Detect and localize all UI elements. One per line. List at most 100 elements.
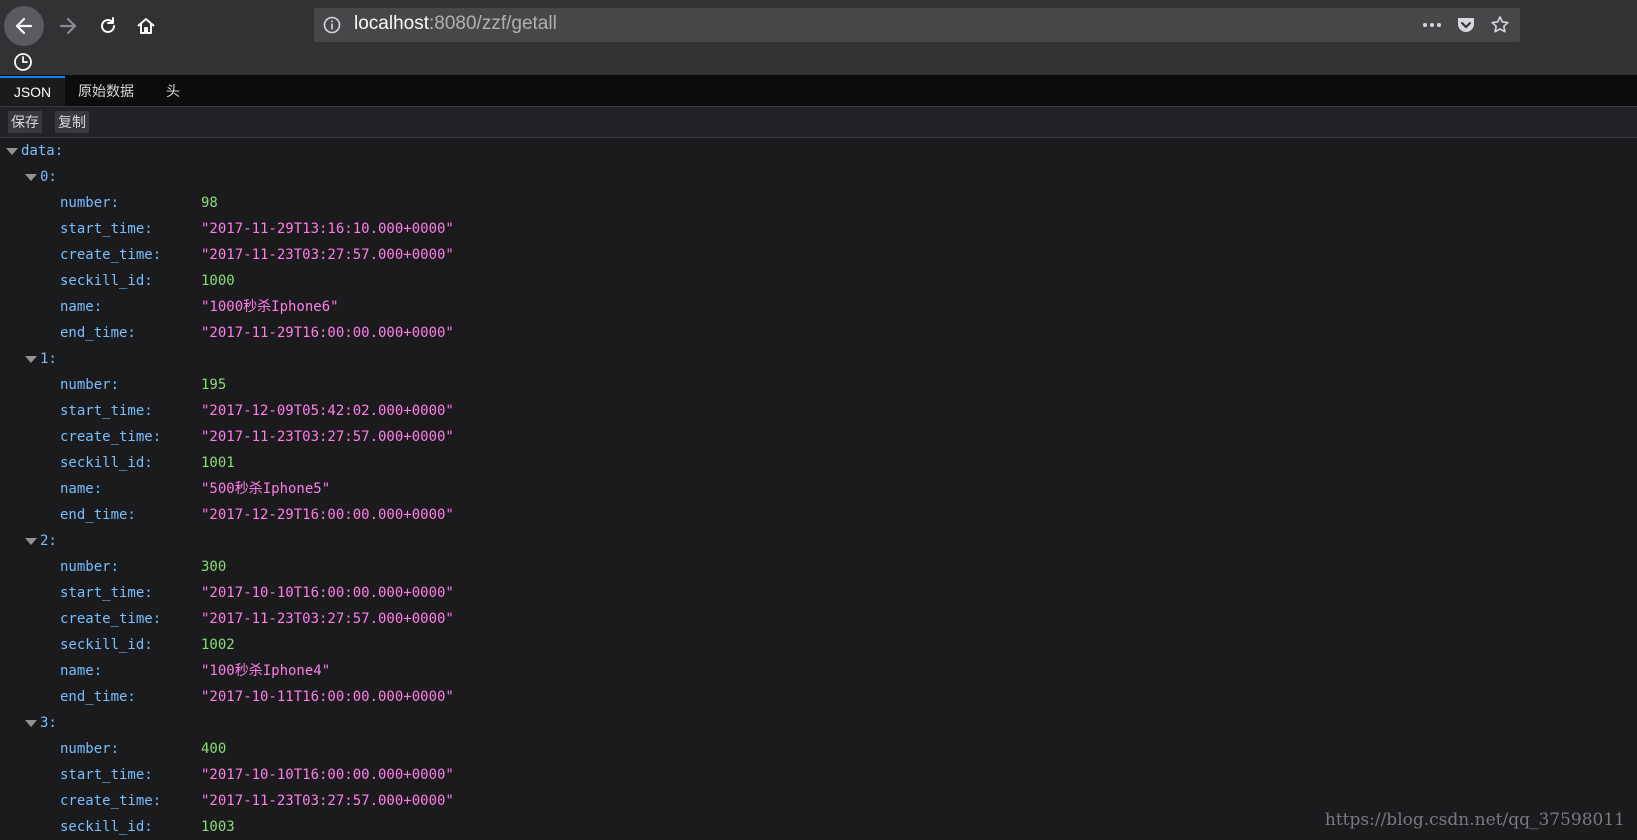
- url-bar[interactable]: localhost:8080/zzf/getall: [314, 8, 1520, 42]
- field-value-number: 98: [201, 195, 218, 211]
- field-key: create_time:: [60, 611, 162, 627]
- tree-row-field[interactable]: end_time: "2017-10-11T16:00:00.000+0000": [0, 684, 1637, 710]
- tree-row-field[interactable]: seckill_id: 1000: [0, 268, 1637, 294]
- pocket-icon[interactable]: [1456, 16, 1476, 34]
- url-path: :8080/zzf/getall: [429, 13, 557, 34]
- tree-row-field[interactable]: number: 195: [0, 372, 1637, 398]
- field-key: start_time:: [60, 403, 153, 419]
- tree-row-field[interactable]: seckill_id: 1001: [0, 450, 1637, 476]
- expand-toggle-icon[interactable]: [25, 720, 37, 727]
- field-value-number: 400: [201, 741, 227, 757]
- field-key: seckill_id:: [60, 819, 153, 835]
- field-value-string: "2017-10-10T16:00:00.000+0000": [201, 767, 454, 783]
- tree-row-field[interactable]: number: 98: [0, 190, 1637, 216]
- home-icon: [137, 18, 155, 34]
- tree-index-key: 0:: [40, 169, 57, 185]
- tree-row-field[interactable]: start_time: "2017-10-10T16:00:00.000+0000…: [0, 580, 1637, 606]
- tree-row-root[interactable]: data:: [0, 138, 1637, 164]
- field-value-string: "2017-11-23T03:27:57.000+0000": [201, 247, 454, 263]
- tree-row-field[interactable]: create_time: "2017-11-23T03:27:57.000+000…: [0, 424, 1637, 450]
- tree-row-item[interactable]: 2:: [0, 528, 1637, 554]
- field-key: end_time:: [60, 325, 136, 341]
- tree-row-field[interactable]: seckill_id: 1002: [0, 632, 1637, 658]
- field-value-string: "2017-11-29T13:16:10.000+0000": [201, 221, 454, 237]
- forward-button[interactable]: [48, 6, 88, 46]
- tree-row-item[interactable]: 3:: [0, 710, 1637, 736]
- field-key: name:: [60, 481, 103, 497]
- field-value-string: "2017-11-23T03:27:57.000+0000": [201, 611, 454, 627]
- reload-icon: [101, 17, 115, 33]
- more-actions-icon[interactable]: [1422, 22, 1442, 28]
- tree-row-field[interactable]: start_time: "2017-10-10T16:00:00.000+0000…: [0, 762, 1637, 788]
- tree-row-field[interactable]: create_time: "2017-11-23T03:27:57.000+000…: [0, 242, 1637, 268]
- tree-row-field[interactable]: end_time: "2017-12-29T16:00:00.000+0000": [0, 502, 1637, 528]
- tree-row-field[interactable]: number: 400: [0, 736, 1637, 762]
- field-key: end_time:: [60, 689, 136, 705]
- back-button[interactable]: [4, 6, 44, 46]
- field-key: number:: [60, 741, 120, 757]
- field-key: name:: [60, 299, 103, 315]
- tab-json[interactable]: JSON: [0, 76, 65, 106]
- expand-toggle-icon[interactable]: [25, 356, 37, 363]
- field-key: create_time:: [60, 247, 162, 263]
- tree-row-field[interactable]: create_time: "2017-11-23T03:27:57.000+000…: [0, 606, 1637, 632]
- tree-row-field[interactable]: start_time: "2017-11-29T13:16:10.000+0000…: [0, 216, 1637, 242]
- field-key: seckill_id:: [60, 455, 153, 471]
- browser-toolbar: localhost:8080/zzf/getall: [0, 0, 1637, 75]
- field-value-number: 1002: [201, 637, 235, 653]
- field-value-string: "2017-12-29T16:00:00.000+0000": [201, 507, 454, 523]
- field-key: create_time:: [60, 429, 162, 445]
- tree-index-key: 2:: [40, 533, 57, 549]
- field-key: start_time:: [60, 585, 153, 601]
- field-key: start_time:: [60, 767, 153, 783]
- tab-raw-data[interactable]: 原始数据: [78, 76, 134, 106]
- tree-row-item[interactable]: 1:: [0, 346, 1637, 372]
- field-value-string: "2017-10-10T16:00:00.000+0000": [201, 585, 454, 601]
- field-value-number: 1003: [201, 819, 235, 835]
- arrow-left-icon: [15, 17, 33, 35]
- field-value-string: "2017-11-23T03:27:57.000+0000": [201, 429, 454, 445]
- bookmark-star-icon[interactable]: [1490, 15, 1510, 35]
- expand-toggle-icon[interactable]: [25, 174, 37, 181]
- field-key: seckill_id:: [60, 273, 153, 289]
- field-value-string: "2017-10-11T16:00:00.000+0000": [201, 689, 454, 705]
- field-value-string: "2017-12-09T05:42:02.000+0000": [201, 403, 454, 419]
- tree-index-key: 3:: [40, 715, 57, 731]
- tree-row-field[interactable]: name: "500秒杀Iphone5": [0, 476, 1637, 502]
- field-key: create_time:: [60, 793, 162, 809]
- reload-button[interactable]: [88, 6, 128, 46]
- save-button[interactable]: 保存: [8, 111, 42, 133]
- field-value-string: "1000秒杀Iphone6": [201, 299, 339, 315]
- tab-headers[interactable]: 头: [166, 76, 180, 106]
- watermark: https://blog.csdn.net/qq_37598011: [1324, 810, 1625, 830]
- json-tree: data: 0: number: 98 start_time: "2017-11-29T…: [0, 138, 1637, 840]
- tree-row-field[interactable]: name: "100秒杀Iphone4": [0, 658, 1637, 684]
- tree-index-key: 1:: [40, 351, 57, 367]
- json-toolbar: 保存 复制: [0, 107, 1637, 138]
- field-value-number: 1000: [201, 273, 235, 289]
- tree-row-item[interactable]: 0:: [0, 164, 1637, 190]
- tree-row-field[interactable]: end_time: "2017-11-29T16:00:00.000+0000": [0, 320, 1637, 346]
- url-text[interactable]: localhost:8080/zzf/getall: [354, 13, 557, 35]
- field-value-number: 300: [201, 559, 227, 575]
- field-key: end_time:: [60, 507, 136, 523]
- field-key: seckill_id:: [60, 637, 153, 653]
- field-value-number: 195: [201, 377, 227, 393]
- expand-toggle-icon[interactable]: [6, 148, 18, 155]
- expand-toggle-icon[interactable]: [25, 538, 37, 545]
- history-icon[interactable]: [12, 51, 34, 73]
- field-value-number: 1001: [201, 455, 235, 471]
- info-icon[interactable]: [322, 15, 342, 35]
- field-key: number:: [60, 377, 120, 393]
- field-key: number:: [60, 195, 120, 211]
- tree-row-field[interactable]: number: 300: [0, 554, 1637, 580]
- tree-row-field[interactable]: start_time: "2017-12-09T05:42:02.000+0000…: [0, 398, 1637, 424]
- json-viewer-tabs: JSON 原始数据 头: [0, 76, 1637, 107]
- field-value-string: "2017-11-29T16:00:00.000+0000": [201, 325, 454, 341]
- tree-row-field[interactable]: name: "1000秒杀Iphone6": [0, 294, 1637, 320]
- home-button[interactable]: [126, 6, 166, 46]
- tree-key: data:: [21, 143, 64, 159]
- url-host: localhost: [354, 13, 429, 34]
- copy-button[interactable]: 复制: [55, 111, 89, 133]
- field-key: start_time:: [60, 221, 153, 237]
